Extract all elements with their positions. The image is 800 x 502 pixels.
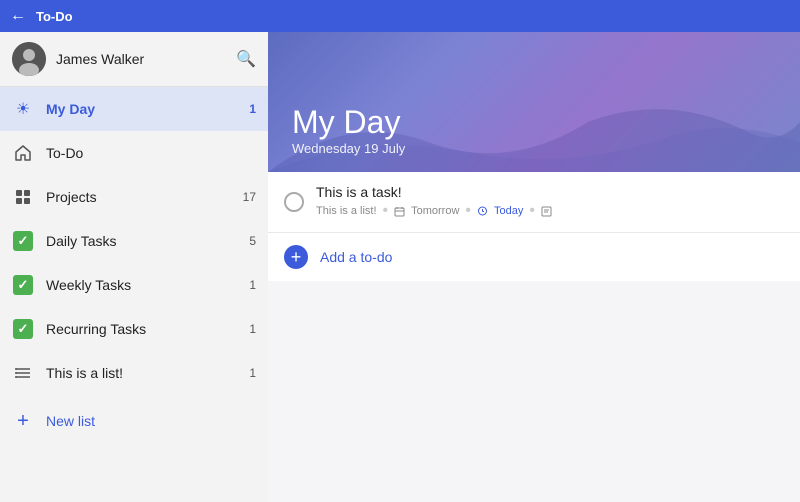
checkbox-green-icon: [12, 230, 34, 252]
list-icon: [12, 362, 34, 384]
task-title: This is a task!: [316, 184, 784, 200]
content-area: My Day Wednesday 19 July This is a task!…: [268, 32, 800, 502]
table-row: This is a task! This is a list! •: [268, 172, 800, 233]
dot-separator: •: [383, 202, 389, 220]
sidebar-user: James Walker 🔍: [0, 32, 268, 87]
task-complete-button[interactable]: [284, 192, 304, 212]
sidebar-item-my-day[interactable]: ☀ My Day 1: [0, 87, 268, 131]
sidebar-item-daily-tasks[interactable]: Daily Tasks 5: [0, 219, 268, 263]
task-due: Tomorrow: [411, 205, 459, 217]
sidebar-item-this-is-a-list[interactable]: This is a list! 1: [0, 351, 268, 395]
sidebar-item-label: This is a list!: [46, 365, 249, 381]
add-todo-button[interactable]: +: [284, 245, 308, 269]
back-button[interactable]: ←: [10, 7, 26, 25]
grid-icon: [12, 186, 34, 208]
sidebar-item-label: Weekly Tasks: [46, 277, 249, 293]
new-list-button[interactable]: + New list: [0, 399, 268, 443]
sidebar-item-label: My Day: [46, 101, 249, 117]
task-area: This is a task! This is a list! •: [268, 172, 800, 502]
avatar: [12, 42, 46, 76]
sidebar-item-badge: 1: [249, 322, 256, 336]
sidebar-item-label: Recurring Tasks: [46, 321, 249, 337]
add-todo-row[interactable]: + Add a to-do: [268, 233, 800, 281]
sidebar-item-badge: 1: [249, 102, 256, 116]
task-meta: This is a list! • Tomorrow •: [316, 202, 784, 220]
sidebar-item-label: To-Do: [46, 145, 256, 161]
page-title: My Day: [292, 104, 776, 141]
user-name: James Walker: [56, 51, 144, 67]
due-icon: [394, 206, 405, 217]
sidebar-item-label: Daily Tasks: [46, 233, 249, 249]
sidebar-item-badge: 1: [249, 366, 256, 380]
search-icon[interactable]: 🔍: [236, 49, 256, 69]
sidebar: James Walker 🔍 ☀ My Day 1 To-Do: [0, 32, 268, 502]
checkbox-green-icon: [12, 318, 34, 340]
dot-separator: •: [465, 202, 471, 220]
content-header: My Day Wednesday 19 July: [268, 32, 800, 172]
sun-icon: ☀: [12, 98, 34, 120]
title-bar: ← To-Do: [0, 0, 800, 32]
sidebar-item-recurring-tasks[interactable]: Recurring Tasks 1: [0, 307, 268, 351]
checkbox-green-icon: [12, 274, 34, 296]
home-icon: [12, 142, 34, 164]
note-icon: [541, 206, 552, 217]
sidebar-item-weekly-tasks[interactable]: Weekly Tasks 1: [0, 263, 268, 307]
new-list-label: New list: [46, 413, 95, 429]
sidebar-item-badge: 17: [243, 190, 256, 204]
sidebar-item-label: Projects: [46, 189, 243, 205]
add-todo-label: Add a to-do: [320, 249, 392, 265]
sidebar-item-badge: 5: [249, 234, 256, 248]
main-layout: James Walker 🔍 ☀ My Day 1 To-Do: [0, 32, 800, 502]
task-reminder: Today: [494, 205, 523, 217]
page-subtitle: Wednesday 19 July: [292, 141, 776, 156]
dot-separator: •: [529, 202, 535, 220]
plus-icon: +: [12, 410, 34, 432]
sidebar-item-projects[interactable]: Projects 17: [0, 175, 268, 219]
sidebar-item-todo[interactable]: To-Do: [0, 131, 268, 175]
app-title: To-Do: [36, 9, 73, 24]
sidebar-item-badge: 1: [249, 278, 256, 292]
reminder-icon: [477, 206, 488, 217]
task-list-ref: This is a list!: [316, 205, 377, 217]
